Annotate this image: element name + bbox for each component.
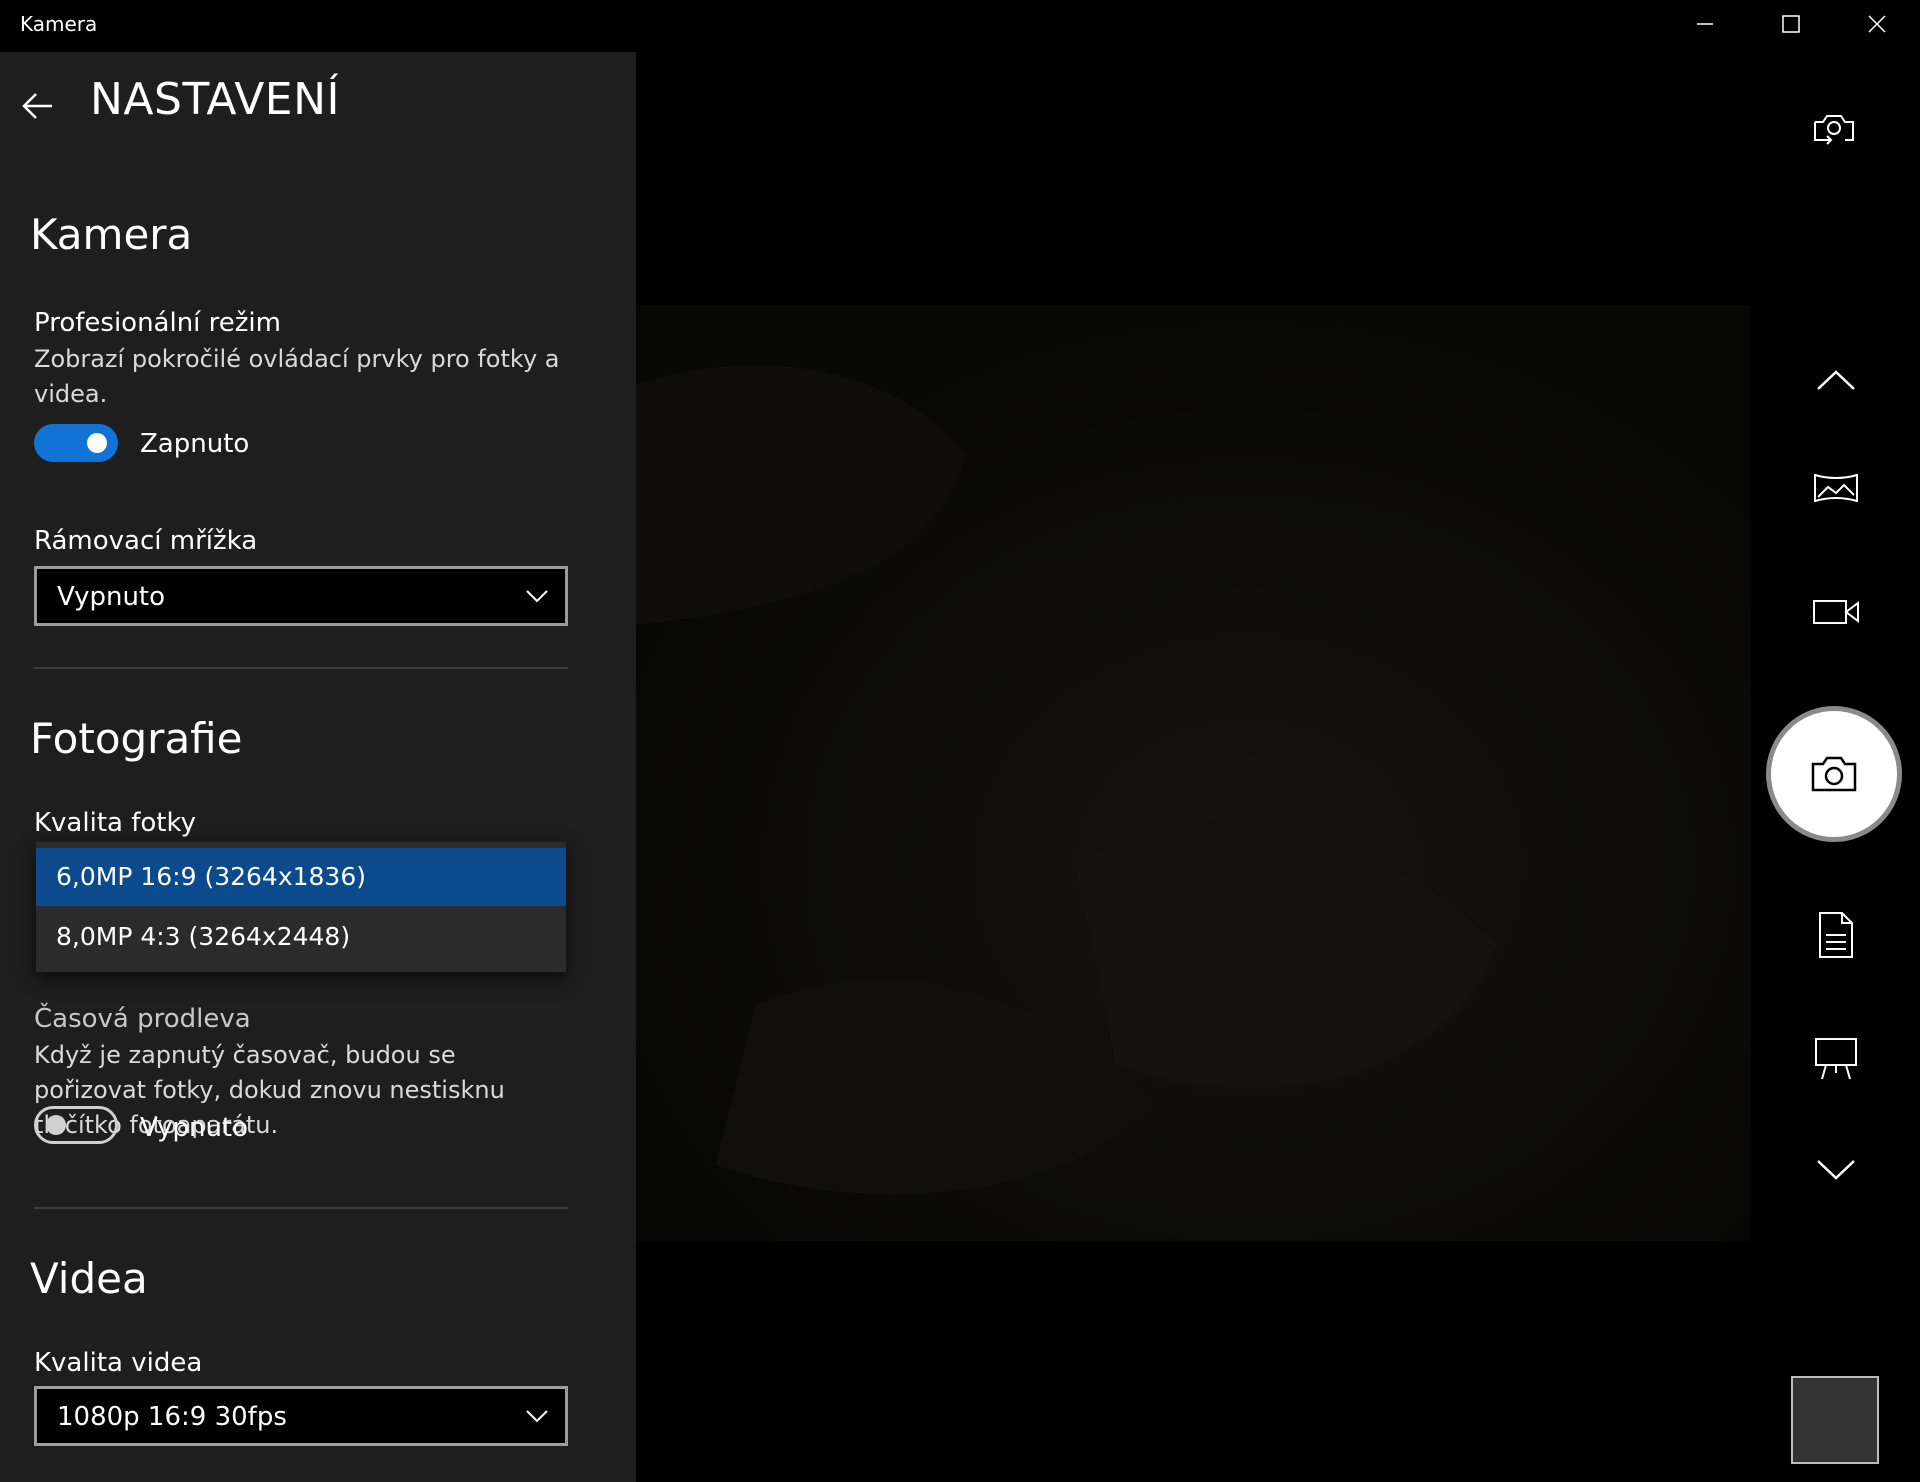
option-label: 6,0MP 16:9 (3264x1836)	[56, 862, 366, 891]
preview-image	[636, 305, 1750, 1241]
photo-quality-option[interactable]: 8,0MP 4:3 (3264x2448)	[36, 908, 566, 966]
minimize-button[interactable]	[1662, 0, 1748, 48]
timelapse-label: Časová prodleva	[34, 1004, 251, 1034]
whiteboard-mode-button[interactable]	[1810, 1034, 1862, 1082]
switch-camera-icon	[1814, 115, 1854, 145]
panorama-mode-button[interactable]	[1810, 466, 1862, 510]
video-quality-value: 1080p 16:9 30fps	[57, 1402, 287, 1432]
toggle-knob	[87, 433, 107, 453]
app-title: Kamera	[20, 12, 98, 36]
document-mode-button[interactable]	[1814, 910, 1858, 960]
last-photo-thumbnail[interactable]	[1791, 1376, 1879, 1464]
divider	[34, 667, 568, 669]
settings-panel: NASTAVENÍ Kamera Profesionální režim Zob…	[0, 52, 636, 1482]
back-arrow-icon	[22, 93, 52, 119]
chevron-up-icon	[1817, 370, 1855, 390]
chevron-down-icon	[1817, 1160, 1855, 1180]
photo-quality-label: Kvalita fotky	[34, 808, 196, 838]
panorama-icon	[1814, 473, 1858, 503]
photo-quality-option[interactable]: 6,0MP 16:9 (3264x1836)	[36, 848, 566, 906]
section-heading-camera: Kamera	[30, 210, 193, 259]
switch-camera-button[interactable]	[1806, 104, 1862, 152]
chevron-down-icon	[526, 590, 548, 603]
video-quality-select[interactable]: 1080p 16:9 30fps	[34, 1386, 568, 1446]
pro-mode-toggle[interactable]	[34, 424, 118, 462]
section-heading-video: Videa	[30, 1254, 148, 1303]
minimize-icon	[1697, 23, 1713, 25]
pro-mode-description: Zobrazí pokročilé ovládací prvky pro fot…	[34, 345, 560, 408]
maximize-button[interactable]	[1748, 0, 1834, 48]
timelapse-toggle[interactable]	[34, 1106, 118, 1144]
section-heading-photo: Fotografie	[30, 714, 243, 763]
photo-shutter-button[interactable]	[1766, 706, 1902, 842]
framing-grid-select[interactable]: Vypnuto	[34, 566, 568, 626]
scroll-modes-down-button[interactable]	[1812, 1154, 1860, 1184]
divider	[34, 1207, 568, 1209]
option-label: 8,0MP 4:3 (3264x2448)	[56, 922, 351, 951]
video-mode-button[interactable]	[1810, 594, 1862, 630]
chevron-down-icon	[526, 1410, 548, 1423]
maximize-icon	[1782, 15, 1800, 33]
framing-grid-value: Vypnuto	[57, 582, 166, 612]
back-button[interactable]	[18, 86, 58, 126]
camera-icon	[1811, 756, 1857, 792]
framing-grid-label: Rámovací mřížka	[34, 526, 258, 556]
camera-preview	[636, 305, 1750, 1241]
pro-mode-label: Profesionální režim	[34, 308, 281, 338]
photo-quality-dropdown: 6,0MP 16:9 (3264x1836) 8,0MP 4:3 (3264x2…	[36, 842, 566, 972]
document-icon	[1819, 912, 1853, 958]
pro-mode-state: Zapnuto	[140, 429, 250, 459]
video-icon	[1813, 600, 1859, 624]
settings-title: NASTAVENÍ	[90, 74, 340, 125]
toggle-knob	[46, 1115, 66, 1135]
title-bar: Kamera	[0, 0, 1920, 52]
whiteboard-icon	[1815, 1038, 1857, 1080]
scroll-modes-up-button[interactable]	[1812, 366, 1860, 396]
timelapse-state: Vypnuto	[140, 1113, 249, 1143]
video-quality-label: Kvalita videa	[34, 1348, 203, 1378]
close-button[interactable]	[1834, 0, 1920, 48]
close-icon	[1868, 15, 1886, 33]
